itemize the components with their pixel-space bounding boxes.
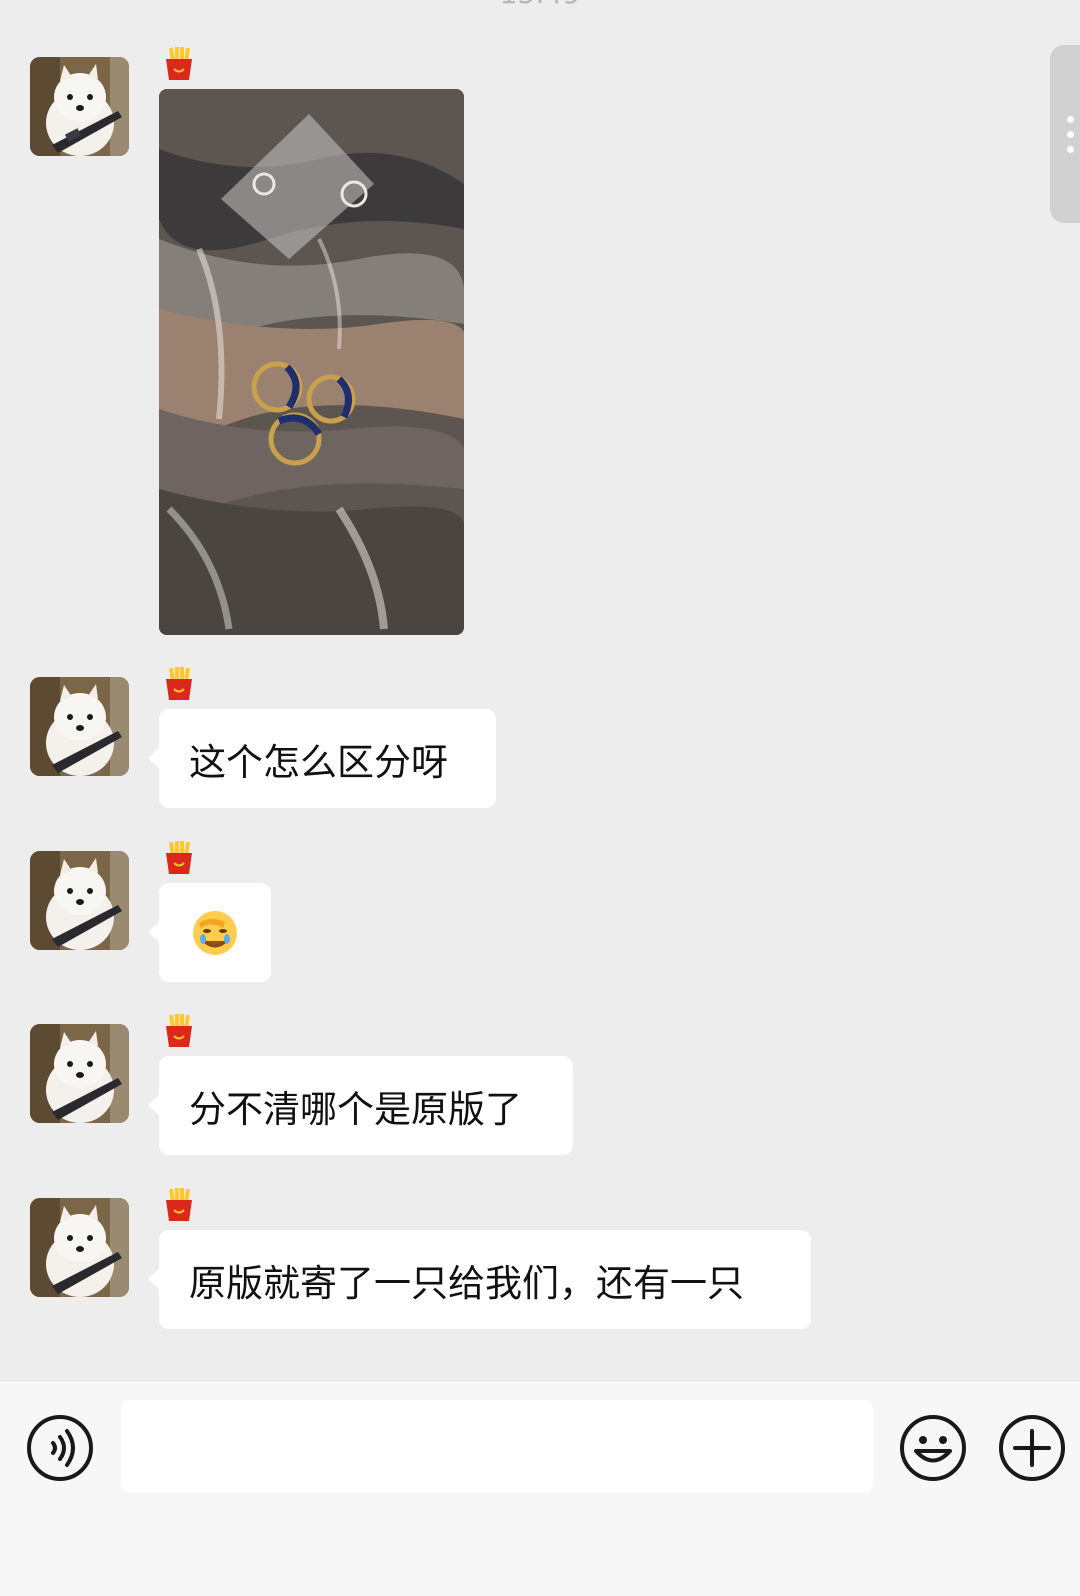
handle-dot — [1067, 116, 1074, 123]
fries-badge-icon — [166, 1014, 192, 1047]
message-bubble[interactable]: 分不清哪个是原版了 — [148, 1056, 573, 1155]
side-menu-handle[interactable] — [1050, 45, 1080, 223]
avatar[interactable] — [30, 851, 129, 950]
message-bubble[interactable]: 原版就寄了一只给我们，还有一只 — [148, 1230, 811, 1329]
chat-image[interactable] — [159, 89, 464, 635]
message-input[interactable] — [121, 1400, 873, 1493]
avatar[interactable] — [30, 1024, 129, 1123]
avatar[interactable] — [30, 57, 129, 156]
handle-dot — [1067, 146, 1074, 153]
facepalm-emoji-icon — [193, 910, 237, 955]
status-time: 15:49 — [0, 0, 1080, 10]
handle-dot — [1067, 131, 1074, 138]
input-bar — [0, 1380, 1080, 1596]
fries-badge-icon — [166, 1188, 192, 1221]
message-bubble[interactable] — [148, 883, 271, 982]
plus-icon[interactable] — [998, 1414, 1066, 1482]
fries-badge-icon — [166, 47, 192, 80]
fries-badge-icon — [166, 667, 192, 700]
avatar[interactable] — [30, 677, 129, 776]
smiley-icon[interactable] — [899, 1414, 967, 1482]
message-bubble[interactable]: 这个怎么区分呀 — [148, 709, 496, 808]
fries-badge-icon — [166, 841, 192, 874]
voice-icon[interactable] — [26, 1414, 94, 1482]
avatar[interactable] — [30, 1198, 129, 1297]
